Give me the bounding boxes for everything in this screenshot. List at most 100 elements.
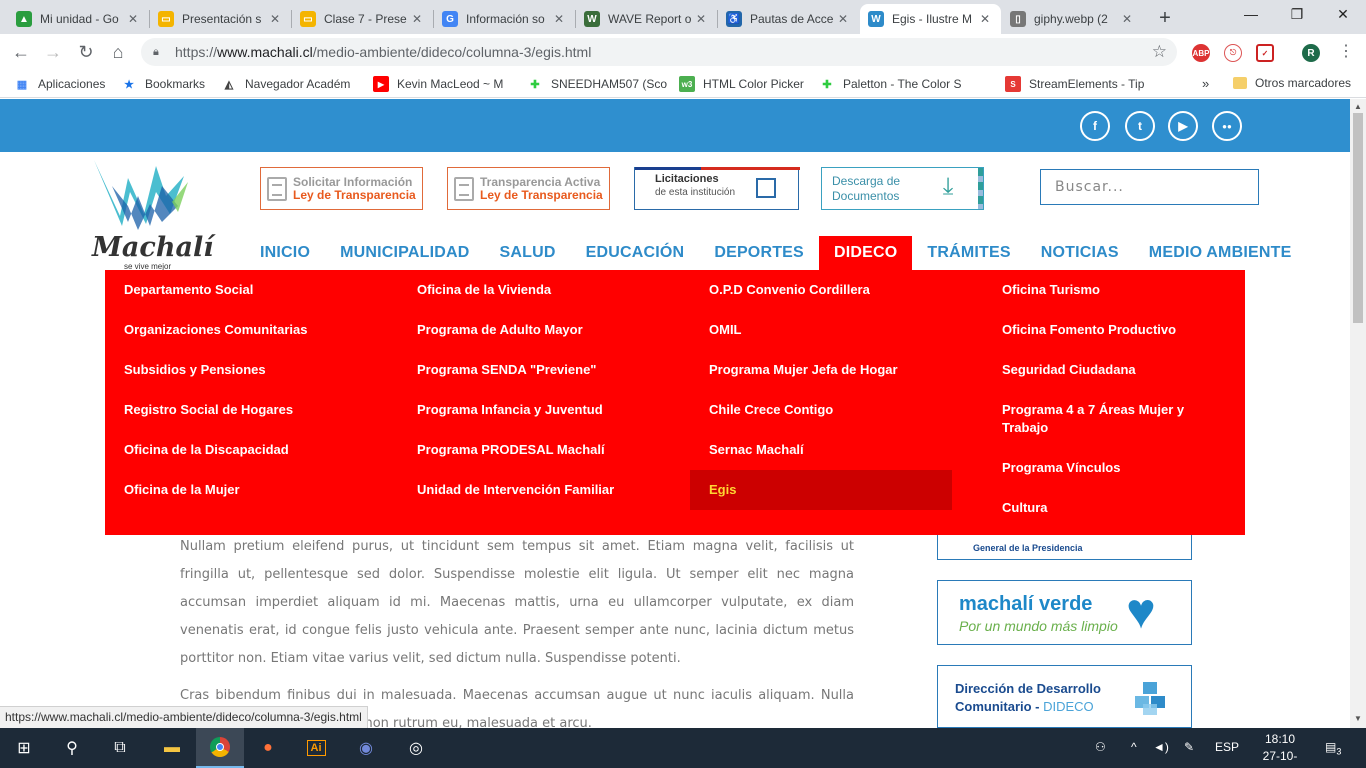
close-tab-icon[interactable]: ✕: [125, 12, 141, 26]
firefox-icon[interactable]: ●: [244, 728, 292, 768]
profile-avatar[interactable]: R: [1302, 44, 1320, 62]
close-tab-icon[interactable]: ✕: [267, 12, 283, 26]
licitaciones-banner[interactable]: Licitaciones de esta institución: [634, 167, 800, 210]
menu-item[interactable]: Programa Vínculos: [983, 448, 1245, 488]
nav-item-dideco[interactable]: DIDECO: [818, 236, 913, 270]
nav-item-medio-ambiente[interactable]: MEDIO AMBIENTE: [1134, 236, 1307, 270]
browser-tab[interactable]: G Información so ✕: [434, 4, 575, 34]
menu-item[interactable]: Oficina de la Vivienda: [398, 270, 660, 310]
menu-item[interactable]: Programa SENDA "Previene": [398, 350, 660, 390]
other-bookmarks[interactable]: Otros marcadores: [1233, 76, 1351, 90]
close-window-icon[interactable]: ✕: [1333, 6, 1353, 23]
discord-icon[interactable]: ◉: [342, 728, 390, 768]
transparencia-activa-banner[interactable]: Transparencia Activa Ley de Transparenci…: [447, 167, 610, 210]
menu-item[interactable]: O.P.D Convenio Cordillera: [690, 270, 952, 310]
notifications-icon[interactable]: ▤3: [1325, 740, 1341, 756]
system-clock[interactable]: 18:10 27-10-2018: [1250, 731, 1310, 768]
bookmark-item[interactable]: ▦ Aplicaciones: [14, 76, 106, 92]
menu-item[interactable]: Programa Mujer Jefa de Hogar: [690, 350, 952, 390]
browser-tab[interactable]: ▭ Presentación s ✕: [150, 4, 291, 34]
menu-item[interactable]: Oficina de la Mujer: [105, 470, 367, 510]
menu-item[interactable]: Programa Infancia y Juventud: [398, 390, 660, 430]
close-tab-icon[interactable]: ✕: [977, 12, 993, 26]
reload-icon[interactable]: ↻: [74, 40, 98, 64]
nav-item-municipalidad[interactable]: MUNICIPALIDAD: [325, 236, 484, 270]
solicitar-informacion-banner[interactable]: Solicitar Información Ley de Transparenc…: [260, 167, 423, 210]
browser-tab[interactable]: ▲ Mi unidad - Go ✕: [8, 4, 149, 34]
menu-item[interactable]: Oficina Fomento Productivo: [983, 310, 1245, 350]
home-icon[interactable]: ⌂: [106, 40, 130, 64]
bookmark-star-icon[interactable]: ☆: [1152, 42, 1167, 62]
bookmark-item[interactable]: S StreamElements - Tip: [1005, 76, 1144, 92]
maximize-icon[interactable]: ❐: [1287, 6, 1307, 23]
search-icon[interactable]: ⚲: [48, 728, 96, 768]
back-icon[interactable]: ←: [9, 40, 33, 64]
nav-item-inicio[interactable]: INICIO: [245, 236, 325, 270]
menu-item[interactable]: Sernac Machalí: [690, 430, 952, 470]
nav-item-noticias[interactable]: NOTICIAS: [1026, 236, 1134, 270]
close-tab-icon[interactable]: ✕: [551, 12, 567, 26]
bookmark-item[interactable]: w3 HTML Color Picker: [679, 76, 804, 92]
menu-item[interactable]: Organizaciones Comunitarias: [105, 310, 367, 350]
menu-item[interactable]: Oficina Turismo: [983, 270, 1245, 310]
bookmark-item[interactable]: ▶ Kevin MacLeod ~ Mo: [373, 76, 503, 92]
nav-item-educaci-n[interactable]: EDUCACIÓN: [571, 236, 700, 270]
browser-tab[interactable]: W Egis - Ilustre M ✕: [860, 4, 1001, 34]
task-view-icon[interactable]: ⧉: [96, 728, 144, 768]
people-icon[interactable]: ⚇: [1095, 740, 1106, 754]
windows-start-icon[interactable]: ⊞: [0, 728, 48, 768]
nav-item-tr-mites[interactable]: TRÁMITES: [912, 236, 1025, 270]
new-tab-button[interactable]: +: [1155, 7, 1175, 30]
menu-item[interactable]: Programa 4 a 7 Áreas Mujer y Trabajo: [983, 390, 1245, 448]
descarga-documentos-banner[interactable]: Descarga de Documentos ⤓: [821, 167, 984, 210]
extension-icon[interactable]: ⎋: [1224, 44, 1242, 62]
menu-kebab-icon[interactable]: ⋮: [1334, 40, 1358, 64]
browser-tab[interactable]: W WAVE Report o ✕: [576, 4, 717, 34]
menu-item[interactable]: OMIL: [690, 310, 952, 350]
browser-tab[interactable]: ♿ Pautas de Acce ✕: [718, 4, 859, 34]
forward-icon[interactable]: →: [41, 40, 65, 64]
close-tab-icon[interactable]: ✕: [835, 12, 851, 26]
file-explorer-icon[interactable]: ▬: [148, 728, 196, 768]
adblock-icon[interactable]: ABP: [1192, 44, 1210, 62]
browser-tab[interactable]: ▯ giphy.webp (2 ✕: [1002, 4, 1143, 34]
facebook-icon[interactable]: f: [1080, 111, 1110, 141]
menu-item[interactable]: Programa de Adulto Mayor: [398, 310, 660, 350]
menu-item[interactable]: Registro Social de Hogares: [105, 390, 367, 430]
nav-item-deportes[interactable]: DEPORTES: [699, 236, 819, 270]
menu-item[interactable]: Egis: [690, 470, 952, 510]
close-tab-icon[interactable]: ✕: [693, 12, 709, 26]
minimize-icon[interactable]: —: [1241, 6, 1261, 22]
bookmarks-overflow-button[interactable]: »: [1202, 76, 1209, 91]
pen-icon[interactable]: ✎: [1184, 740, 1194, 754]
address-bar[interactable]: 🔒︎ https://www.machali.cl/medio-ambiente…: [141, 38, 1177, 66]
extension-shield-icon[interactable]: ✓: [1256, 44, 1274, 62]
menu-item[interactable]: Seguridad Ciudadana: [983, 350, 1245, 390]
scroll-down-icon[interactable]: ▼: [1354, 714, 1362, 723]
scroll-up-icon[interactable]: ▲: [1354, 102, 1362, 111]
youtube-icon[interactable]: ▶: [1168, 111, 1198, 141]
page-scrollbar[interactable]: ▲ ▼: [1350, 99, 1366, 728]
bookmark-item[interactable]: ✚ Paletton - The Color S: [819, 76, 961, 92]
nav-item-salud[interactable]: SALUD: [485, 236, 571, 270]
menu-item[interactable]: Cultura: [983, 488, 1245, 528]
machali-verde-banner[interactable]: machalí verde Por un mundo más limpio ♥: [937, 580, 1192, 645]
menu-item[interactable]: Subsidios y Pensiones: [105, 350, 367, 390]
browser-tab[interactable]: ▭ Clase 7 - Prese ✕: [292, 4, 433, 34]
menu-item[interactable]: Chile Crece Contigo: [690, 390, 952, 430]
close-tab-icon[interactable]: ✕: [1119, 12, 1135, 26]
volume-icon[interactable]: ◄): [1153, 740, 1169, 754]
illustrator-icon[interactable]: Ai: [292, 728, 340, 768]
obs-icon[interactable]: ◎: [392, 728, 440, 768]
dideco-banner[interactable]: Dirección de Desarrollo Comunitario - DI…: [937, 665, 1192, 728]
site-search-input[interactable]: [1040, 169, 1259, 205]
language-indicator[interactable]: ESP: [1215, 740, 1239, 754]
bookmark-item[interactable]: ◭ Navegador Académic: [221, 76, 351, 92]
menu-item[interactable]: Unidad de Intervención Familiar: [398, 470, 660, 510]
flickr-icon[interactable]: ●●: [1212, 111, 1242, 141]
menu-item[interactable]: Programa PRODESAL Machalí: [398, 430, 660, 470]
show-hidden-icons[interactable]: ^: [1131, 740, 1137, 754]
machali-logo[interactable]: Machalí se vive mejor: [92, 156, 213, 271]
bookmark-item[interactable]: ★ Bookmarks: [121, 76, 205, 92]
menu-item[interactable]: Departamento Social: [105, 270, 367, 310]
